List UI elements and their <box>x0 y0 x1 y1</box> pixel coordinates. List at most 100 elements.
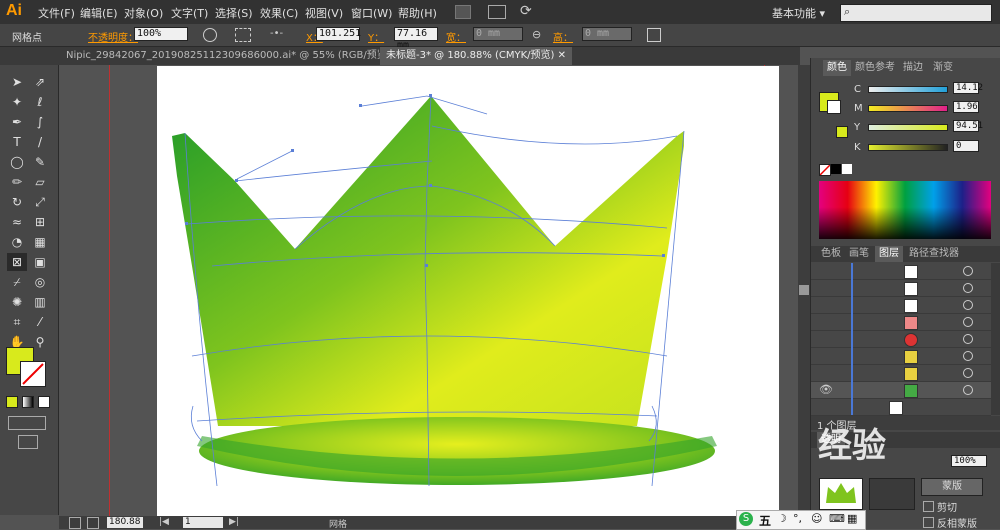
direct-selection-tool-icon[interactable]: ⇗ <box>30 73 50 91</box>
ime-mode[interactable]: 五 <box>759 512 771 529</box>
canvas[interactable] <box>59 65 798 516</box>
layer-row-selected[interactable]: 👁 <box>811 382 991 399</box>
artboard[interactable] <box>157 66 779 516</box>
layer-row[interactable] <box>811 314 991 331</box>
eraser-icon[interactable]: ▱ <box>30 173 50 191</box>
type-tool-icon[interactable]: T <box>7 133 27 151</box>
color-stroke-swatch[interactable] <box>827 100 841 114</box>
menu-select[interactable]: 选择(S) <box>215 5 253 21</box>
height-field[interactable]: 0 mm <box>582 27 632 41</box>
invert-mask-checkbox[interactable] <box>923 517 934 528</box>
warp-tool-icon[interactable]: ≈ <box>7 213 27 231</box>
menu-file[interactable]: 文件(F) <box>38 5 75 21</box>
eyedropper-icon[interactable]: ⌿ <box>7 273 27 291</box>
first-page-icon[interactable]: |◀ <box>159 517 169 527</box>
zoom-field[interactable]: 180.88 <box>107 517 143 528</box>
x-field[interactable]: 101.251 <box>316 27 361 41</box>
status-icon[interactable] <box>69 517 81 529</box>
menu-view[interactable]: 视图(V) <box>305 5 343 21</box>
slice-tool-icon[interactable]: ⁄ <box>30 313 50 331</box>
out-of-gamut-swatch[interactable] <box>836 126 848 138</box>
gradient-tool-icon[interactable]: ▣ <box>30 253 50 271</box>
none-mode-icon[interactable] <box>38 396 50 408</box>
tab-stroke[interactable]: 描边 <box>899 60 927 76</box>
channel-m-slider[interactable] <box>868 105 948 112</box>
tab-layers[interactable]: 图层 <box>875 246 903 262</box>
transform-icon[interactable] <box>235 28 251 42</box>
eye-icon[interactable]: 👁 <box>819 383 833 396</box>
y-field[interactable]: 77.16 mm <box>394 27 438 51</box>
channel-m-value[interactable]: 1.96 <box>953 101 979 113</box>
mask-thumbnail[interactable] <box>869 478 915 510</box>
transparency-opacity[interactable]: 100% <box>951 455 987 467</box>
clip-checkbox[interactable] <box>923 501 934 512</box>
channel-k-value[interactable]: 0 <box>953 140 979 152</box>
ime-punct-icon[interactable]: °, <box>793 512 802 525</box>
next-page-icon[interactable]: ▶| <box>229 517 239 527</box>
menu-effect[interactable]: 效果(C) <box>260 5 298 21</box>
pen-tool-icon[interactable]: ✒ <box>7 113 27 131</box>
crown-artwork[interactable] <box>157 66 779 516</box>
blend-tool-icon[interactable]: ◎ <box>30 273 50 291</box>
menu-window[interactable]: 窗口(W) <box>351 5 392 21</box>
recolor-icon[interactable] <box>203 28 217 42</box>
scale-tool-icon[interactable]: ⤢ <box>30 193 50 211</box>
perspective-grid-icon[interactable]: ▦ <box>30 233 50 251</box>
channel-c-value[interactable]: 14.12 <box>953 82 983 94</box>
search-input[interactable]: ⌕ <box>840 4 992 22</box>
target-icon[interactable] <box>963 266 973 276</box>
opacity-label[interactable]: 不透明度： <box>88 29 138 44</box>
tab-color[interactable]: 颜色 <box>823 60 851 76</box>
ime-smile-icon[interactable]: ☺ <box>811 512 822 525</box>
export-icon[interactable] <box>87 517 99 529</box>
color-mode-icon[interactable] <box>6 396 18 408</box>
channel-k-slider[interactable] <box>868 144 948 151</box>
free-transform-icon[interactable]: ⊞ <box>30 213 50 231</box>
layer-row[interactable] <box>811 399 991 416</box>
target-icon[interactable] <box>963 385 973 395</box>
arrange-documents-icon[interactable] <box>488 5 506 19</box>
layer-row[interactable] <box>811 263 991 280</box>
black-swatch[interactable] <box>831 164 841 174</box>
rotate-tool-icon[interactable]: ↻ <box>7 193 27 211</box>
drawing-modes-icon[interactable] <box>8 416 46 430</box>
layer-row[interactable] <box>811 365 991 382</box>
target-icon[interactable] <box>963 368 973 378</box>
target-icon[interactable] <box>963 300 973 310</box>
ime-keyboard-icon[interactable]: ⌨ <box>829 512 845 525</box>
layer-row[interactable] <box>811 297 991 314</box>
shape-builder-icon[interactable]: ◔ <box>7 233 27 251</box>
workspace-switcher[interactable]: 基本功能 ▾ <box>772 5 825 21</box>
tab-pathfinder[interactable]: 路径查找器 <box>905 246 963 262</box>
mesh-tool-icon[interactable]: ⊠ <box>7 253 27 271</box>
layer-row[interactable] <box>811 348 991 365</box>
gradient-mode-icon[interactable] <box>22 396 34 408</box>
tab-color-guide[interactable]: 颜色参考 <box>851 60 899 76</box>
menu-object[interactable]: 对象(O) <box>124 5 163 21</box>
color-spectrum[interactable] <box>819 181 991 239</box>
menu-type[interactable]: 文字(T) <box>171 5 208 21</box>
tab-document-1[interactable]: Nipic_29842067_20190825112309686000.ai* … <box>60 47 408 65</box>
white-swatch[interactable] <box>842 164 852 174</box>
symbol-sprayer-icon[interactable]: ✺ <box>7 293 27 311</box>
line-tool-icon[interactable]: / <box>30 133 50 151</box>
width-field[interactable]: 0 mm <box>473 27 523 41</box>
page-field[interactable]: 1 <box>183 517 223 528</box>
curvature-tool-icon[interactable]: ∫ <box>30 113 50 131</box>
paintbrush-icon[interactable]: ✎ <box>30 153 50 171</box>
screen-mode-icon[interactable] <box>18 435 38 449</box>
selection-tool-icon[interactable]: ➤ <box>7 73 27 91</box>
target-icon[interactable] <box>963 351 973 361</box>
pencil-icon[interactable]: ✏ <box>7 173 27 191</box>
opacity-field[interactable]: 100% <box>134 27 188 41</box>
magic-wand-icon[interactable]: ✦ <box>7 93 27 111</box>
isolate-object-icon[interactable] <box>647 28 661 42</box>
sync-icon[interactable]: ⟳ <box>520 3 532 19</box>
tab-gradient[interactable]: 渐变 <box>929 60 957 76</box>
artboard-tool-icon[interactable]: ⌗ <box>7 313 27 331</box>
layers-scrollbar[interactable] <box>991 263 1000 415</box>
menu-edit[interactable]: 编辑(E) <box>80 5 118 21</box>
close-icon[interactable]: ✕ <box>558 50 566 61</box>
link-proportions-icon[interactable]: ⊖ <box>532 28 541 41</box>
menu-help[interactable]: 帮助(H) <box>398 5 437 21</box>
